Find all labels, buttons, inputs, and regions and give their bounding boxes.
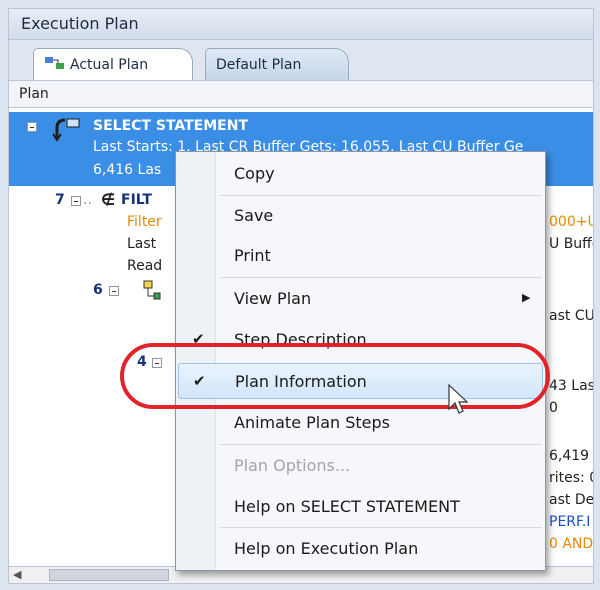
tab-default-plan-label: Default Plan (216, 57, 302, 73)
join-icon (143, 280, 161, 300)
stats-tail: rites: 0 (549, 470, 594, 486)
stats-tail: 0 AND (549, 536, 594, 552)
menu-separator (220, 527, 542, 528)
collapse-toggle[interactable] (27, 122, 37, 132)
select-statement-icon (52, 118, 80, 142)
scroll-thumb[interactable] (49, 569, 169, 581)
tab-default-plan[interactable]: Default Plan (205, 48, 349, 80)
menu-item-save[interactable]: Save (178, 198, 543, 234)
menu-item-copy[interactable]: Copy (178, 156, 543, 192)
stats-tail: ast De (549, 492, 594, 508)
select-statement-stats-2: 6,416 Las (93, 162, 162, 178)
menu-item-help-execution-plan[interactable]: Help on Execution Plan (178, 531, 543, 567)
menu-item-animate-plan-steps[interactable]: Animate Plan Steps (178, 405, 543, 441)
menu-item-print[interactable]: Print (178, 238, 543, 274)
menu-separator (220, 195, 542, 196)
menu-item-plan-options: Plan Options... (234, 456, 351, 475)
collapse-toggle[interactable] (71, 196, 81, 206)
submenu-arrow-icon: ▶ (522, 291, 531, 304)
stats-tail: U Buffe (549, 236, 593, 252)
menu-item-view-plan[interactable]: View Plan ▶ (178, 281, 543, 317)
highlight-annotation (120, 343, 550, 409)
step-number: 7 (55, 192, 65, 208)
step-number: 6 (93, 282, 103, 298)
menu-item-help-select-statement[interactable]: Help on SELECT STATEMENT (178, 489, 543, 525)
filter-reads: Read (127, 258, 163, 274)
filter-predicate-tail: 000+U (549, 214, 594, 230)
plan-section-label: Plan (8, 80, 594, 108)
stats-tail: 43 Las (549, 378, 594, 394)
menu-separator (220, 277, 542, 278)
scroll-left-icon[interactable]: ◀ (13, 568, 21, 581)
filter-node-label: FILT (121, 192, 152, 208)
tab-actual-plan[interactable]: Actual Plan (33, 48, 193, 81)
filter-icon: ∉ (101, 190, 116, 209)
stats-tail: 6,419 (549, 448, 590, 464)
filter-predicate: Filter (127, 214, 162, 230)
stats-tail: PERF.I (549, 514, 591, 530)
select-statement-label: SELECT STATEMENT (93, 118, 248, 134)
tab-actual-plan-label: Actual Plan (70, 57, 149, 73)
collapse-toggle[interactable] (109, 286, 119, 296)
menu-separator (220, 444, 542, 445)
stats-tail: 0 (549, 400, 558, 416)
tab-strip: Actual Plan Default Plan (8, 40, 594, 81)
plan-graph-icon (45, 57, 64, 69)
stats-tail: ast CU (549, 308, 594, 324)
mouse-cursor-icon (448, 383, 469, 414)
filter-stats: Last (127, 236, 157, 252)
window-title: Execution Plan (8, 8, 594, 40)
